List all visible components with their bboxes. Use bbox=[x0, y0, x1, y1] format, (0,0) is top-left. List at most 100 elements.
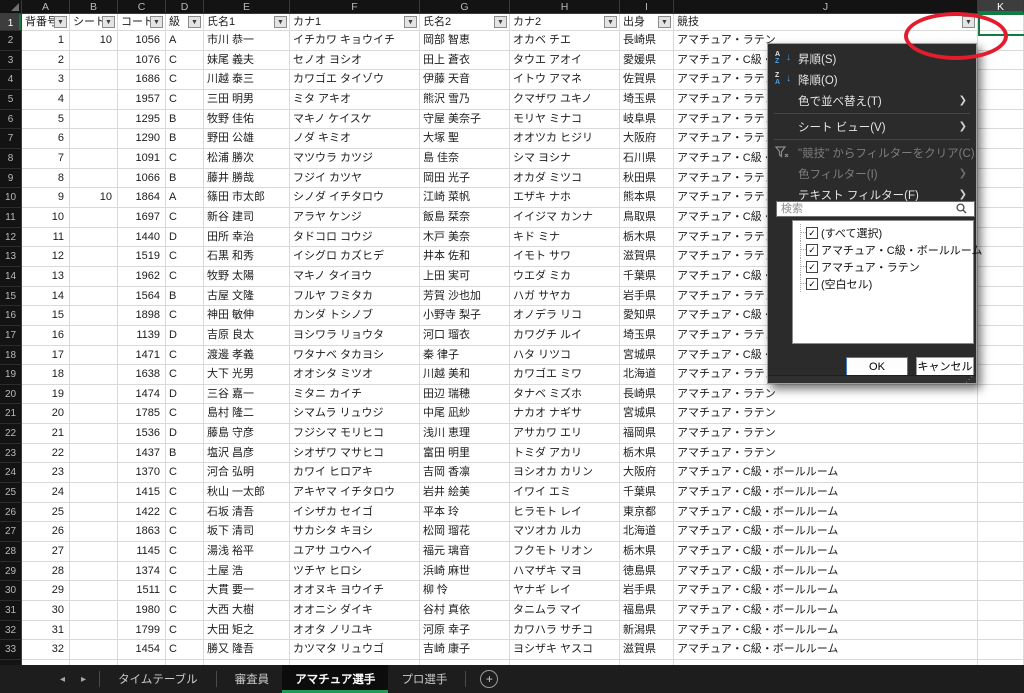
cell-I14[interactable]: 千葉県 bbox=[620, 266, 674, 287]
cell-F8[interactable]: マツウラ カツジ bbox=[290, 148, 420, 169]
row-header-5[interactable]: 5 bbox=[0, 89, 22, 110]
header-cell-B[interactable]: シード ▼ bbox=[70, 14, 118, 31]
cell-I29[interactable]: 徳島県 bbox=[620, 561, 674, 582]
cell-H20[interactable]: タナベ ミズホ bbox=[510, 384, 620, 405]
sheet-tab-4[interactable]: プロ選手 bbox=[388, 665, 460, 693]
cell-B21[interactable] bbox=[70, 404, 118, 425]
cell-A6[interactable]: 5 bbox=[22, 109, 70, 130]
cell-G6[interactable]: 守屋 美奈子 bbox=[420, 109, 510, 130]
cell-I5[interactable]: 埼玉県 bbox=[620, 89, 674, 110]
cell-C30[interactable]: 1511 bbox=[118, 581, 166, 602]
select-all-corner[interactable] bbox=[0, 0, 22, 14]
cell-B27[interactable] bbox=[70, 522, 118, 543]
cell-B32[interactable] bbox=[70, 620, 118, 641]
cell-A28[interactable]: 27 bbox=[22, 542, 70, 562]
cell-G21[interactable]: 中尾 凪紗 bbox=[420, 404, 510, 425]
column-letter-E[interactable]: E bbox=[204, 0, 290, 14]
cell-C18[interactable]: 1471 bbox=[118, 345, 166, 366]
cell-G17[interactable]: 河口 瑠衣 bbox=[420, 325, 510, 346]
cell-B33[interactable] bbox=[70, 640, 118, 660]
header-cell-H[interactable]: カナ2 ▼ bbox=[510, 14, 620, 31]
cell-H14[interactable]: ウエダ ミカ bbox=[510, 266, 620, 287]
cell-C15[interactable]: 1564 bbox=[118, 286, 166, 307]
cell-F29[interactable]: ツチヤ ヒロシ bbox=[290, 561, 420, 582]
cell-E2[interactable]: 市川 恭一 bbox=[204, 31, 290, 51]
cell-A12[interactable]: 11 bbox=[22, 227, 70, 248]
cell-H13[interactable]: イモト サワ bbox=[510, 247, 620, 267]
cell-B9[interactable] bbox=[70, 168, 118, 189]
filter-button-C[interactable]: ▼ bbox=[150, 16, 163, 28]
cell-I26[interactable]: 東京都 bbox=[620, 502, 674, 523]
menu-resize-grip[interactable]: ⋰ bbox=[768, 375, 976, 384]
cell-A20[interactable]: 19 bbox=[22, 384, 70, 405]
cell-D12[interactable]: D bbox=[166, 227, 204, 248]
cell-K27[interactable] bbox=[978, 522, 1024, 543]
column-letter-H[interactable]: H bbox=[510, 0, 620, 14]
cell-G14[interactable]: 上田 実可 bbox=[420, 266, 510, 287]
cell-I18[interactable]: 宮城県 bbox=[620, 345, 674, 366]
cell-E22[interactable]: 藤島 守彦 bbox=[204, 424, 290, 444]
cell-I4[interactable]: 佐賀県 bbox=[620, 70, 674, 90]
cell-A11[interactable]: 10 bbox=[22, 207, 70, 228]
cell-J28[interactable]: アマチュア・C級・ボールルーム bbox=[674, 542, 978, 562]
tab-scroll-left-icon[interactable]: ◂ bbox=[52, 674, 73, 685]
sheet-tab-2[interactable]: 審査員 bbox=[222, 665, 283, 693]
column-letter-B[interactable]: B bbox=[70, 0, 118, 14]
cell-B3[interactable] bbox=[70, 50, 118, 71]
cell-G28[interactable]: 福元 璃音 bbox=[420, 542, 510, 562]
cell-E13[interactable]: 石黒 和秀 bbox=[204, 247, 290, 267]
cell-C19[interactable]: 1638 bbox=[118, 365, 166, 385]
cell-D7[interactable]: B bbox=[166, 129, 204, 149]
cell-E18[interactable]: 渡邊 孝義 bbox=[204, 345, 290, 366]
checkbox-checked-icon[interactable]: ✓ bbox=[806, 227, 818, 239]
cell-H16[interactable]: オノデラ リコ bbox=[510, 306, 620, 326]
cell-H3[interactable]: タウエ アオイ bbox=[510, 50, 620, 71]
cell-E17[interactable]: 吉原 良太 bbox=[204, 325, 290, 346]
cell-A22[interactable]: 21 bbox=[22, 424, 70, 444]
cell-D3[interactable]: C bbox=[166, 50, 204, 71]
row-header-8[interactable]: 8 bbox=[0, 148, 22, 169]
menu-item-sheet-view[interactable]: シート ビュー(V) ❯ bbox=[768, 116, 976, 137]
cell-G26[interactable]: 平本 玲 bbox=[420, 502, 510, 523]
cell-G22[interactable]: 浅川 恵理 bbox=[420, 424, 510, 444]
cell-C10[interactable]: 1864 bbox=[118, 188, 166, 208]
cell-D13[interactable]: C bbox=[166, 247, 204, 267]
cell-A25[interactable]: 24 bbox=[22, 483, 70, 503]
row-header-20[interactable]: 20 bbox=[0, 384, 22, 405]
filter-button-H[interactable]: ▼ bbox=[604, 16, 617, 28]
cell-B15[interactable] bbox=[70, 286, 118, 307]
filter-button-F[interactable]: ▼ bbox=[404, 16, 417, 28]
cell-F3[interactable]: セノオ ヨシオ bbox=[290, 50, 420, 71]
cell-H15[interactable]: ハガ サヤカ bbox=[510, 286, 620, 307]
cell-F20[interactable]: ミタニ カイチ bbox=[290, 384, 420, 405]
cell-A10[interactable]: 9 bbox=[22, 188, 70, 208]
cell-D24[interactable]: C bbox=[166, 463, 204, 484]
cell-F6[interactable]: マキノ ケイスケ bbox=[290, 109, 420, 130]
cell-K8[interactable] bbox=[978, 148, 1024, 169]
cell-K18[interactable] bbox=[978, 345, 1024, 366]
cell-D20[interactable]: D bbox=[166, 384, 204, 405]
cell-I7[interactable]: 大阪府 bbox=[620, 129, 674, 149]
cell-G5[interactable]: 熊沢 雪乃 bbox=[420, 89, 510, 110]
cell-G15[interactable]: 芳賀 沙也加 bbox=[420, 286, 510, 307]
cell-G30[interactable]: 柳 怜 bbox=[420, 581, 510, 602]
cell-F19[interactable]: オオシタ ミツオ bbox=[290, 365, 420, 385]
cell-K4[interactable] bbox=[978, 70, 1024, 90]
cell-K26[interactable] bbox=[978, 502, 1024, 523]
cell-D30[interactable]: C bbox=[166, 581, 204, 602]
cell-B4[interactable] bbox=[70, 70, 118, 90]
cell-G9[interactable]: 岡田 光子 bbox=[420, 168, 510, 189]
cell-C29[interactable]: 1374 bbox=[118, 561, 166, 582]
cell-E19[interactable]: 大下 光男 bbox=[204, 365, 290, 385]
cell-G8[interactable]: 島 佳奈 bbox=[420, 148, 510, 169]
cell-A4[interactable]: 3 bbox=[22, 70, 70, 90]
cell-I13[interactable]: 滋賀県 bbox=[620, 247, 674, 267]
cell-B19[interactable] bbox=[70, 365, 118, 385]
sheet-tab-1[interactable]: タイムテーブル bbox=[105, 665, 211, 693]
cell-C7[interactable]: 1290 bbox=[118, 129, 166, 149]
cell-E31[interactable]: 大西 大樹 bbox=[204, 601, 290, 621]
cell-J22[interactable]: アマチュア・ラテン bbox=[674, 424, 978, 444]
cell-J31[interactable]: アマチュア・C級・ボールルーム bbox=[674, 601, 978, 621]
cell-A27[interactable]: 26 bbox=[22, 522, 70, 543]
add-sheet-button[interactable]: + bbox=[480, 670, 499, 688]
